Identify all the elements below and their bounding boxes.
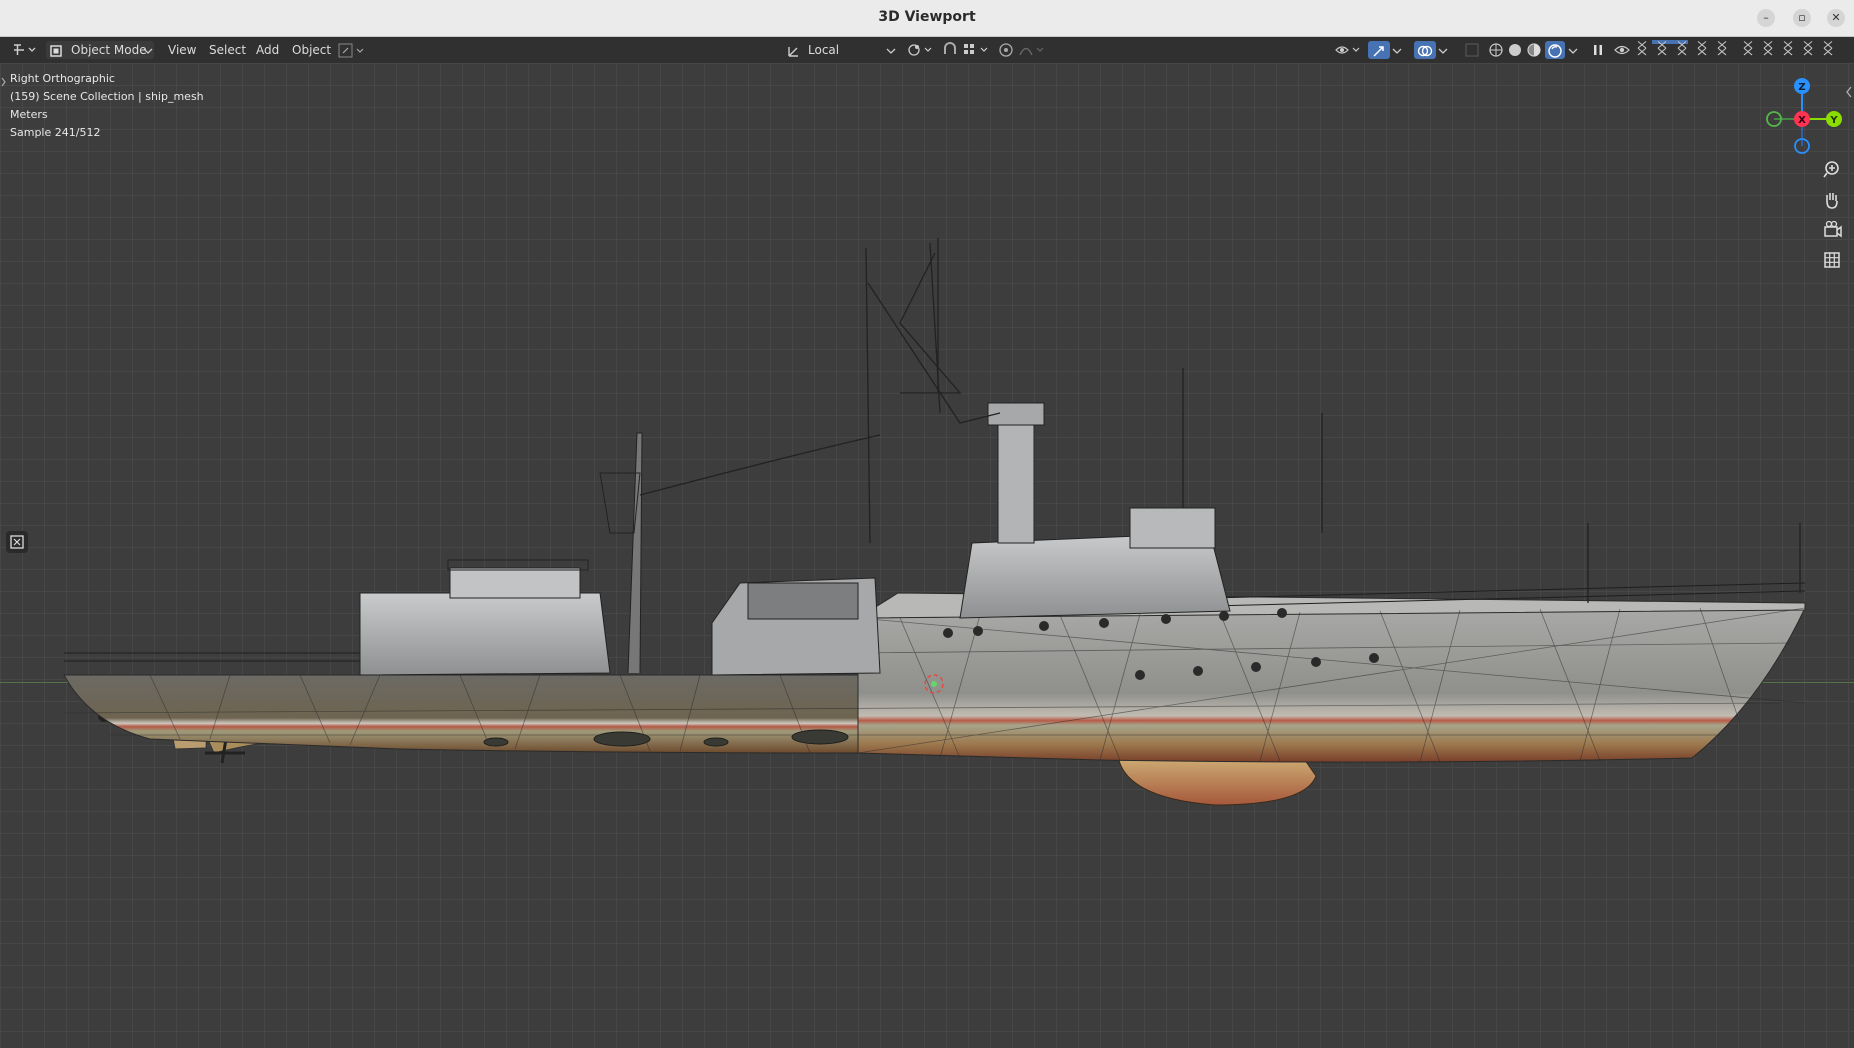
transform-orientation-icon	[788, 47, 798, 57]
zoom-icon	[1823, 161, 1839, 178]
toolbar-icon	[10, 535, 24, 549]
gizmo-z-label: Z	[1798, 82, 1805, 93]
visibility-eye-icon[interactable]	[1614, 42, 1630, 58]
object-visibility-icon[interactable]	[1334, 42, 1364, 58]
editor-type-icon[interactable]	[12, 42, 38, 58]
falloff-icon[interactable]	[1018, 42, 1048, 58]
chevron-down-icon[interactable]	[1392, 48, 1402, 56]
view-name: Right Orthographic	[10, 72, 115, 85]
material-preview-icon[interactable]	[1526, 42, 1542, 58]
snap-toggle-icon[interactable]	[942, 42, 958, 58]
chevron-down-icon[interactable]	[886, 48, 896, 56]
snap-target-icon[interactable]	[962, 42, 992, 58]
chevron-down-icon	[143, 48, 153, 54]
3d-viewport[interactable]: Right Orthographic (159) Scene Collectio…	[0, 63, 1854, 1048]
mode-label: Object Mode	[71, 43, 147, 57]
toolbar-toggle[interactable]	[6, 531, 28, 553]
xray-toggle-icon[interactable]	[1464, 42, 1480, 58]
render-sample: Sample 241/512	[10, 126, 101, 139]
window-title: 3D Viewport	[878, 9, 976, 25]
chevron-down-icon[interactable]	[1438, 48, 1448, 56]
menu-select[interactable]: Select	[209, 41, 246, 59]
overlays-icon	[1417, 45, 1433, 57]
units-label: Meters	[10, 108, 48, 121]
solid-shading-icon[interactable]	[1507, 42, 1523, 58]
hand-icon	[1826, 193, 1838, 209]
orientation-label[interactable]: Local	[808, 41, 839, 59]
maximize-icon[interactable]: ▫	[1793, 9, 1811, 27]
collection-info: (159) Scene Collection | ship_mesh	[10, 90, 204, 103]
minimize-icon[interactable]: –	[1757, 9, 1775, 27]
window-titlebar: 3D Viewport – ▫ ✕	[0, 0, 1854, 37]
menu-view[interactable]: View	[168, 41, 196, 59]
proportional-editing-icon[interactable]	[998, 42, 1014, 58]
gizmo-x-label: X	[1798, 115, 1806, 126]
menu-object[interactable]: Object	[292, 41, 331, 59]
rendered-shading-icon	[1548, 44, 1562, 58]
close-icon[interactable]: ✕	[1827, 9, 1845, 27]
panel-collapse-icon[interactable]	[0, 75, 8, 89]
gizmo-icon	[1373, 46, 1384, 57]
wireframe-shading-icon[interactable]	[1488, 42, 1504, 58]
sidebar-expand-icon[interactable]	[1844, 85, 1854, 99]
zoom-button[interactable]	[1818, 156, 1846, 184]
navigation-gizmo[interactable]: Z X Y	[1762, 69, 1850, 159]
gizmo-y-label: Y	[1829, 115, 1838, 126]
camera-icon	[1824, 220, 1842, 238]
pan-button[interactable]	[1818, 186, 1846, 214]
transform-gizmo-icon[interactable]	[338, 43, 366, 59]
ship-mesh-render[interactable]	[0, 63, 1854, 1048]
ortho-toggle-button[interactable]	[1818, 246, 1846, 274]
menu-add[interactable]: Add	[256, 41, 279, 59]
object-mode-icon	[50, 45, 62, 57]
grid-icon	[1824, 252, 1840, 268]
pause-render-icon[interactable]	[1590, 42, 1606, 58]
pivot-point-icon[interactable]	[906, 42, 934, 58]
camera-view-button[interactable]	[1818, 216, 1846, 244]
collection-restrict-icons[interactable]	[1634, 40, 1846, 60]
viewport-header: Object Mode View Select Add Object Local	[0, 37, 1854, 63]
chevron-down-icon[interactable]	[1568, 48, 1578, 56]
